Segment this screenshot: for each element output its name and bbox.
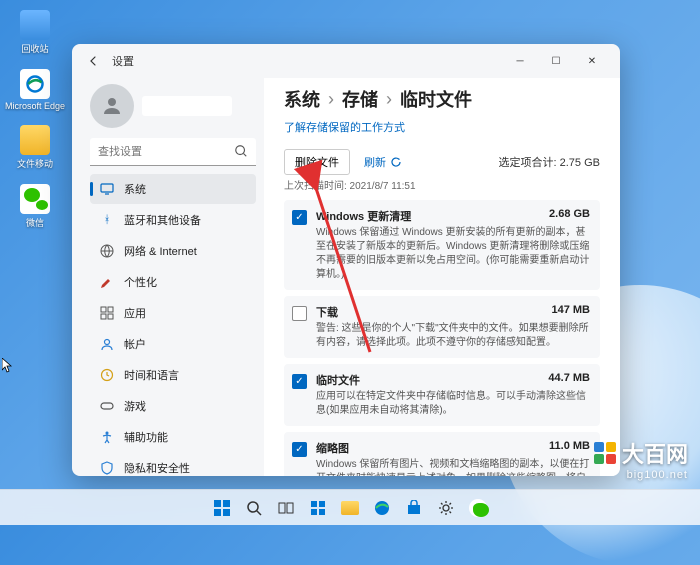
wechat-icon	[469, 499, 487, 517]
bluetooth-icon: ᚼ	[100, 213, 114, 227]
system-icon	[100, 182, 114, 196]
store-icon	[406, 500, 422, 516]
desktop-icon-wechat[interactable]: 微信	[14, 184, 56, 229]
crumb-temp: 临时文件	[400, 86, 472, 112]
desktop-icon-edge[interactable]: Microsoft Edge	[14, 69, 56, 111]
nav-bluetooth[interactable]: ᚼ蓝牙和其他设备	[90, 205, 256, 235]
taskbar	[0, 489, 700, 525]
nav-apps[interactable]: 应用	[90, 298, 256, 328]
maximize-button[interactable]: ☐	[538, 46, 574, 76]
nav-list: 系统 ᚼ蓝牙和其他设备 网络 & Internet 个性化 应用 帐户 时间和语…	[90, 174, 256, 476]
taskbar-edge[interactable]	[368, 494, 396, 522]
item-downloads[interactable]: 下载147 MB 警告: 这些是你的个人"下载"文件夹中的文件。如果想要删除所有…	[284, 296, 600, 358]
accessibility-icon	[100, 430, 114, 444]
avatar	[90, 84, 134, 128]
learn-link[interactable]: 了解存储保留的工作方式	[284, 119, 405, 135]
checkbox[interactable]	[292, 374, 307, 389]
taskbar-search[interactable]	[240, 494, 268, 522]
nav-privacy[interactable]: 隐私和安全性	[90, 453, 256, 476]
delete-files-button[interactable]: 删除文件	[284, 149, 350, 175]
close-button[interactable]: ✕	[574, 46, 610, 76]
breadcrumb: 系统 › 存储 › 临时文件	[284, 86, 600, 112]
mouse-cursor	[2, 358, 14, 374]
item-thumbnails[interactable]: 缩略图11.0 MB Windows 保留所有图片、视频和文档缩略图的副本，以便…	[284, 432, 600, 476]
profile-name	[142, 96, 232, 116]
watermark-icon	[594, 442, 616, 464]
desktop-icons: 回收站 Microsoft Edge 文件移动 微信	[14, 10, 56, 229]
apps-icon	[100, 306, 114, 320]
desktop-icon-folder[interactable]: 文件移动	[14, 125, 56, 170]
clock-icon	[100, 368, 114, 382]
widgets[interactable]	[304, 494, 332, 522]
taskbar-explorer[interactable]	[336, 494, 364, 522]
folder-icon	[20, 125, 50, 155]
main-panel: 系统 › 存储 › 临时文件 了解存储保留的工作方式 删除文件 刷新 选定项合计…	[264, 78, 620, 476]
checkbox[interactable]	[292, 442, 307, 457]
folder-icon	[341, 501, 359, 515]
nav-accessibility[interactable]: 辅助功能	[90, 422, 256, 452]
item-temp-files[interactable]: 临时文件44.7 MB 应用可以在特定文件夹中存储临时信息。可以手动清除这些信息…	[284, 364, 600, 426]
network-icon	[100, 244, 114, 258]
nav-network[interactable]: 网络 & Internet	[90, 236, 256, 266]
desktop-icon-recycle[interactable]: 回收站	[14, 10, 56, 55]
titlebar: 设置 ─ ☐ ✕	[72, 44, 620, 78]
search-icon	[234, 144, 248, 158]
back-button[interactable]	[82, 49, 106, 73]
checkbox[interactable]	[292, 210, 307, 225]
shield-icon	[100, 461, 114, 475]
task-view[interactable]	[272, 494, 300, 522]
edge-icon	[373, 499, 391, 517]
checkbox[interactable]	[292, 306, 307, 321]
sidebar: 系统 ᚼ蓝牙和其他设备 网络 & Internet 个性化 应用 帐户 时间和语…	[72, 78, 264, 476]
gaming-icon	[100, 399, 114, 413]
window-title: 设置	[112, 53, 134, 69]
gear-icon	[438, 500, 454, 516]
actions-row: 删除文件 刷新 选定项合计: 2.75 GB	[284, 149, 600, 175]
crumb-storage[interactable]: 存储	[342, 86, 378, 112]
last-scan: 上次扫描时间: 2021/8/7 11:51	[284, 177, 600, 192]
taskbar-store[interactable]	[400, 494, 428, 522]
nav-accounts[interactable]: 帐户	[90, 329, 256, 359]
temp-items-list: Windows 更新清理2.68 GB Windows 保留通过 Windows…	[284, 200, 600, 476]
total-selected: 选定项合计: 2.75 GB	[499, 154, 600, 170]
taskbar-settings[interactable]	[432, 494, 460, 522]
wechat-icon	[20, 184, 50, 214]
recycle-bin-icon	[20, 10, 50, 40]
refresh-icon	[390, 156, 402, 168]
search	[90, 138, 256, 166]
taskbar-wechat[interactable]	[464, 494, 492, 522]
profile[interactable]	[90, 84, 256, 128]
watermark: 大百网 big100.net	[594, 437, 688, 481]
settings-window: 设置 ─ ☐ ✕ 系统 ᚼ蓝牙和其他设备 网络 & Internet 个性	[72, 44, 620, 476]
search-input[interactable]	[90, 138, 256, 166]
refresh-button[interactable]: 刷新	[364, 154, 402, 170]
accounts-icon	[100, 337, 114, 351]
nav-gaming[interactable]: 游戏	[90, 391, 256, 421]
item-windows-update-cleanup[interactable]: Windows 更新清理2.68 GB Windows 保留通过 Windows…	[284, 200, 600, 290]
nav-personalize[interactable]: 个性化	[90, 267, 256, 297]
personalize-icon	[100, 275, 114, 289]
start-button[interactable]	[208, 494, 236, 522]
minimize-button[interactable]: ─	[502, 46, 538, 76]
crumb-system[interactable]: 系统	[284, 86, 320, 112]
edge-icon	[20, 69, 50, 99]
nav-system[interactable]: 系统	[90, 174, 256, 204]
nav-time[interactable]: 时间和语言	[90, 360, 256, 390]
